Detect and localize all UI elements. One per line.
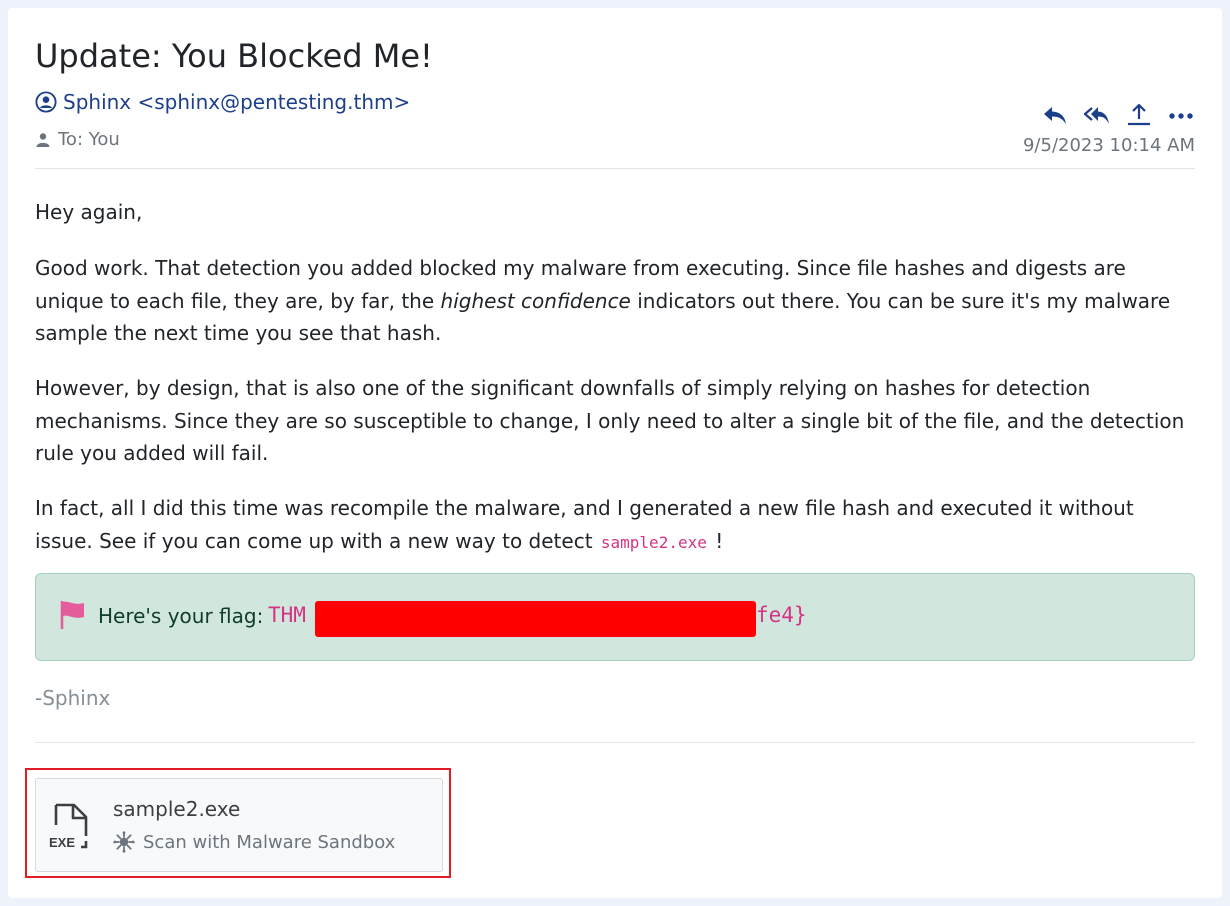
sender-address[interactable]: Sphinx <sphinx@pentesting.thm> xyxy=(63,90,410,114)
email-card: Update: You Blocked Me! Sphinx <sphinx@p… xyxy=(8,8,1222,898)
header-divider xyxy=(35,168,1195,169)
flag-icon xyxy=(60,601,84,629)
paragraph-text: However, by design, that is also one of … xyxy=(35,376,1185,465)
recipient: To: You xyxy=(35,129,120,150)
reply-button[interactable] xyxy=(1041,102,1069,128)
share-upload-icon xyxy=(1128,103,1150,126)
flag-label: Here's your flag: xyxy=(98,604,264,628)
exe-file-icon: EXE xyxy=(49,803,88,850)
attachment-filename[interactable]: sample2.exe xyxy=(113,797,240,821)
scan-sandbox-button[interactable]: Scan with Malware Sandbox xyxy=(113,831,395,853)
inline-code: sample2.exe xyxy=(600,532,707,552)
more-icon xyxy=(1169,113,1193,119)
email-paragraph-1: Good work. That detection you added bloc… xyxy=(35,252,1195,350)
flag-prefix[interactable]: THM xyxy=(268,603,306,627)
flag-redaction xyxy=(315,601,756,637)
email-paragraph-3: In fact, all I did this time was recompi… xyxy=(35,492,1195,559)
virus-icon xyxy=(113,831,135,853)
emphasis-text: highest confidence xyxy=(440,288,631,313)
paragraph-text: In fact, all I did this time was recompi… xyxy=(35,496,1134,553)
flag-suffix[interactable]: fe4} xyxy=(756,603,807,627)
reply-icon xyxy=(1044,107,1066,124)
attachments-divider xyxy=(35,742,1195,743)
reply-all-icon xyxy=(1083,107,1109,124)
scan-label[interactable]: Scan with Malware Sandbox xyxy=(143,832,395,853)
file-type-label: EXE xyxy=(49,835,75,850)
more-button[interactable] xyxy=(1167,102,1195,128)
email-subject: Update: You Blocked Me! xyxy=(35,37,433,75)
forward-button[interactable] xyxy=(1125,102,1153,128)
sender[interactable]: Sphinx <sphinx@pentesting.thm> xyxy=(35,90,410,114)
paragraph-text: ! xyxy=(708,528,724,553)
person-icon xyxy=(36,132,50,147)
user-circle-icon xyxy=(35,91,57,113)
flag-alert: Here's your flag: THM fe4} xyxy=(35,573,1195,661)
email-greeting: Hey again, xyxy=(35,196,1195,229)
email-signature: -Sphinx xyxy=(35,686,111,710)
greeting-text: Hey again, xyxy=(35,200,143,224)
email-actions xyxy=(1041,102,1195,128)
reply-all-button[interactable] xyxy=(1083,102,1111,128)
attachment-card[interactable]: EXE sample2.exe Scan with Malware Sandbo… xyxy=(35,778,443,872)
email-date: 9/5/2023 10:14 AM xyxy=(1022,135,1195,156)
recipient-label: To: You xyxy=(58,129,120,150)
email-paragraph-2: However, by design, that is also one of … xyxy=(35,372,1195,470)
